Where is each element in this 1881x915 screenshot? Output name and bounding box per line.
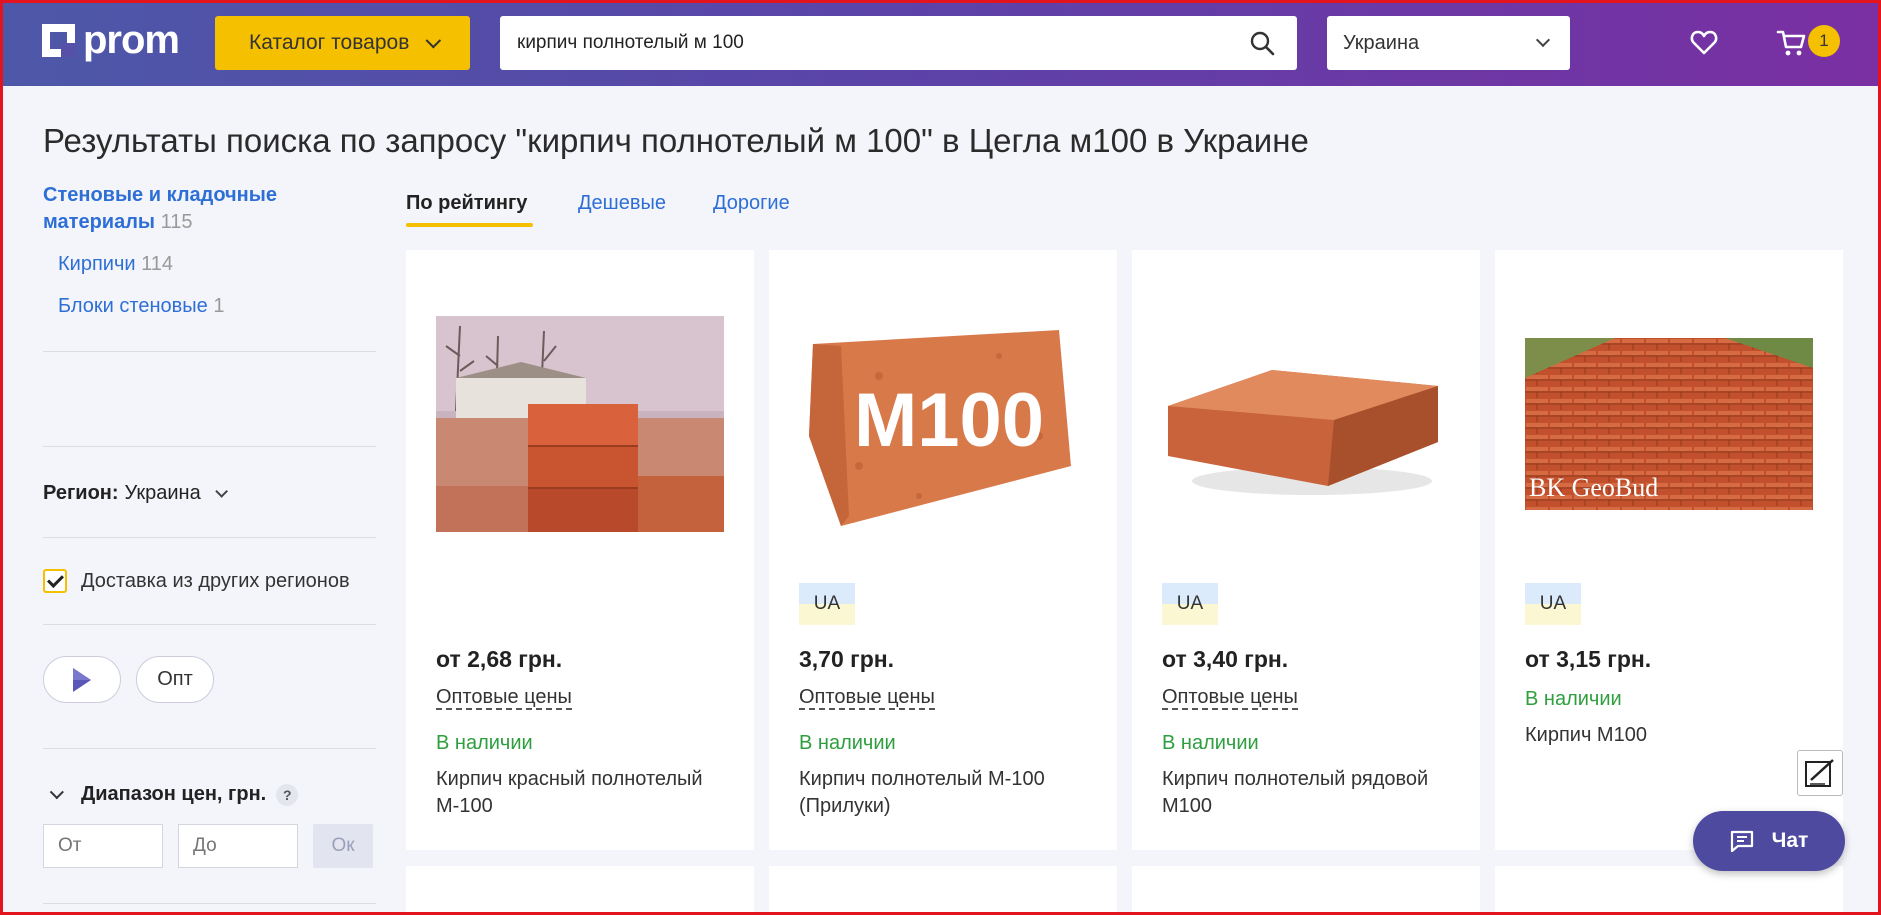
heart-icon[interactable]	[1690, 29, 1718, 57]
subcategory-bricks[interactable]: Кирпичи 114	[58, 253, 173, 276]
product-image-text: M100	[854, 378, 1044, 463]
category-main-count: 115	[160, 211, 193, 233]
edit-note-icon[interactable]	[1797, 750, 1843, 796]
product-image[interactable]: M100	[799, 316, 1087, 532]
ua-badge: UA	[1162, 583, 1218, 625]
opt-label: Опт	[157, 668, 193, 690]
opt-filter-button[interactable]: Опт	[136, 656, 214, 703]
tab-by-rating[interactable]: По рейтингу	[406, 192, 527, 215]
product-name[interactable]: Кирпич красный полнотелый М-100	[436, 766, 726, 820]
stock-status: В наличии	[1525, 688, 1622, 710]
product-image[interactable]	[1162, 316, 1450, 532]
product-name[interactable]: Кирпич М100	[1525, 722, 1815, 749]
pencil-icon	[1805, 759, 1834, 787]
price-to-input[interactable]	[178, 824, 298, 868]
subcategory-label: Кирпичи	[58, 253, 136, 275]
chevron-down-icon	[1535, 32, 1551, 48]
price-from-input[interactable]	[43, 824, 163, 868]
product-card[interactable]	[406, 866, 754, 915]
product-name[interactable]: Кирпич полнотелый М-100 (Прилуки)	[799, 766, 1089, 820]
subcategory-count: 1	[213, 295, 225, 317]
wholesale-prices-link[interactable]: Оптовые цены	[436, 686, 572, 710]
region-filter-value: Украина	[124, 482, 201, 504]
stock-status: В наличии	[1162, 732, 1259, 754]
divider	[43, 446, 376, 447]
cart-icon[interactable]	[1776, 28, 1808, 58]
page-title: Результаты поиска по запросу "кирпич пол…	[43, 122, 1309, 159]
product-card[interactable]: BK GeoBud UA от 3,15 грн. В наличии Кирп…	[1495, 250, 1843, 850]
region-filter-label: Регион:	[43, 482, 119, 504]
divider	[43, 624, 376, 625]
chat-icon	[1730, 830, 1753, 852]
stock-status: В наличии	[436, 732, 533, 754]
subcategory-label: Блоки стеновые	[58, 295, 208, 317]
subcategory-wall-blocks[interactable]: Блоки стеновые 1	[58, 295, 224, 318]
delivery-checkbox[interactable]	[43, 569, 67, 593]
product-card[interactable]	[1495, 866, 1843, 915]
product-card[interactable]: M100 UA 3,70 грн. Оптовые цены В наличии…	[769, 250, 1117, 850]
subcategory-count: 114	[141, 253, 173, 275]
product-image-watermark: BK GeoBud	[1529, 473, 1658, 502]
wholesale-prices-link[interactable]: Оптовые цены	[799, 686, 935, 710]
product-image[interactable]	[436, 316, 724, 532]
chevron-down-icon	[214, 485, 228, 498]
prosale-logo-icon	[73, 667, 91, 692]
tab-cheap[interactable]: Дешевые	[578, 192, 666, 215]
logo-text: prom	[83, 17, 180, 62]
divider	[43, 351, 376, 352]
price-range-toggle[interactable]: Диапазон цен, грн. ?	[43, 783, 299, 806]
divider	[43, 903, 376, 904]
product-image[interactable]: BK GeoBud	[1525, 338, 1813, 510]
region-filter[interactable]: Регион: Украина	[43, 482, 228, 505]
prom-logo[interactable]: prom	[42, 17, 180, 62]
product-card[interactable]: UA от 3,40 грн. Оптовые цены В наличии К…	[1132, 250, 1480, 850]
ua-badge: UA	[799, 583, 855, 625]
product-card[interactable]	[1132, 866, 1480, 915]
product-price: 3,70 грн.	[799, 646, 895, 672]
category-main[interactable]: Стеновые и кладочные материалы 115	[43, 182, 333, 236]
wholesale-prices-link[interactable]: Оптовые цены	[1162, 686, 1298, 710]
chat-label: Чат	[1771, 829, 1809, 852]
divider	[43, 537, 376, 538]
prosale-filter-button[interactable]	[43, 656, 121, 703]
catalog-button[interactable]: Каталог товаров	[215, 16, 470, 70]
top-header: prom Каталог товаров Украина 1	[0, 0, 1881, 86]
tab-expensive[interactable]: Дорогие	[713, 192, 790, 215]
product-price: от 3,15 грн.	[1525, 646, 1652, 672]
help-icon[interactable]: ?	[276, 783, 299, 806]
search-input[interactable]	[500, 16, 1240, 70]
chevron-down-icon	[425, 32, 442, 48]
delivery-other-regions[interactable]: Доставка из других регионов	[43, 569, 350, 593]
delivery-label: Доставка из других регионов	[81, 569, 350, 592]
region-select-value: Украина	[1343, 31, 1420, 54]
product-card[interactable]: от 2,68 грн. Оптовые цены В наличии Кирп…	[406, 250, 754, 850]
logo-mark-icon	[42, 23, 75, 57]
cart-count-badge: 1	[1808, 25, 1840, 57]
active-tab-indicator	[406, 223, 533, 227]
stock-status: В наличии	[799, 732, 896, 754]
chevron-down-icon	[49, 784, 64, 799]
search-box	[500, 16, 1297, 70]
product-name[interactable]: Кирпич полнотелый рядовой М100	[1162, 766, 1452, 820]
product-price: от 3,40 грн.	[1162, 646, 1289, 672]
price-ok-button[interactable]: Ок	[313, 824, 373, 868]
region-select[interactable]: Украина	[1327, 16, 1570, 70]
price-range-label: Диапазон цен, грн.	[81, 783, 267, 805]
catalog-label: Каталог товаров	[249, 31, 410, 54]
product-card[interactable]	[769, 866, 1117, 915]
divider	[43, 748, 376, 749]
ua-badge: UA	[1525, 583, 1581, 625]
chat-button[interactable]: Чат	[1693, 811, 1845, 871]
search-icon[interactable]	[1249, 30, 1275, 56]
product-price: от 2,68 грн.	[436, 646, 563, 672]
